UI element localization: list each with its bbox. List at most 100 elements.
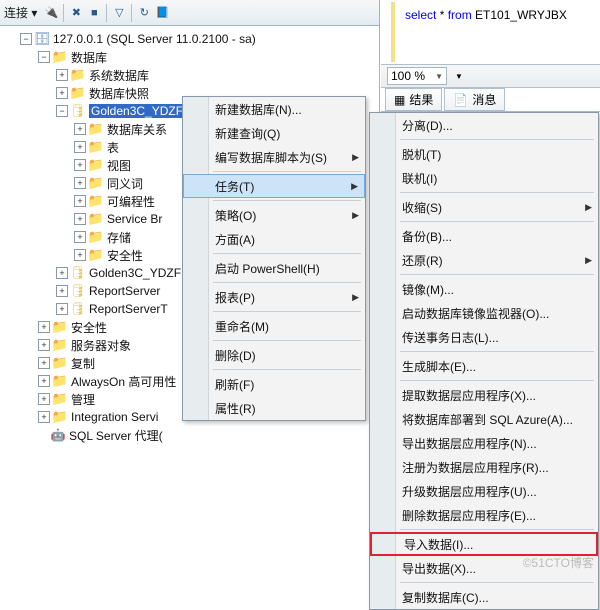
tree-node[interactable]: 表 <box>107 139 119 156</box>
expander-icon[interactable]: + <box>38 357 50 369</box>
tree-node[interactable]: Golden3C_YDZF <box>89 266 181 280</box>
menu-gen-script[interactable]: 生成脚本(E)... <box>370 354 598 378</box>
tree-node[interactable]: 系统数据库 <box>89 67 149 84</box>
menu-delete[interactable]: 删除(D) <box>183 343 365 367</box>
tree-node[interactable]: 数据库快照 <box>89 85 149 102</box>
explorer-toolbar: 连接 ▾ 🔌 ✖ ■ ▽ ↻ 📘 <box>0 0 379 26</box>
menu-detach[interactable]: 分离(D)... <box>370 113 598 137</box>
context-menu-tasks: 分离(D)... 脱机(T) 联机(I) 收缩(S) 备份(B)... 还原(R… <box>369 112 599 610</box>
menu-facets[interactable]: 方面(A) <box>183 227 365 251</box>
connect-icon[interactable]: 🔌 <box>43 5 59 21</box>
menu-offline[interactable]: 脱机(T) <box>370 142 598 166</box>
expander-icon[interactable]: + <box>74 123 86 135</box>
folder-icon: 📁 <box>88 247 104 263</box>
expander-icon[interactable]: + <box>74 159 86 171</box>
expander-icon[interactable]: + <box>74 249 86 261</box>
menu-upgrade-dacpac[interactable]: 升级数据层应用程序(U)... <box>370 479 598 503</box>
menu-mirror-monitor[interactable]: 启动数据库镜像监视器(O)... <box>370 301 598 325</box>
sql-editor[interactable]: select * from ET101_WRYJBX <box>391 2 594 62</box>
expander-icon[interactable]: + <box>74 141 86 153</box>
folder-icon: 📁 <box>88 211 104 227</box>
tree-node[interactable]: 视图 <box>107 157 131 174</box>
zoom-bar: 100 %▼ ▼ <box>381 64 600 88</box>
menu-register-dacpac[interactable]: 注册为数据层应用程序(R)... <box>370 455 598 479</box>
tree-node[interactable]: SQL Server 代理( <box>69 427 163 444</box>
tree-node[interactable]: 存储 <box>107 229 131 246</box>
expander-icon[interactable]: + <box>38 375 50 387</box>
expander-icon[interactable]: + <box>56 303 68 315</box>
menu-script-as[interactable]: 编写数据库脚本为(S) <box>183 145 365 169</box>
expander-icon[interactable]: + <box>74 231 86 243</box>
menu-copy-db[interactable]: 复制数据库(C)... <box>370 585 598 609</box>
tree-node[interactable]: 同义词 <box>107 175 143 192</box>
server-icon: 🗄 <box>34 31 50 47</box>
expander-icon[interactable]: − <box>38 51 50 63</box>
tree-node[interactable]: 安全性 <box>71 319 107 336</box>
menu-properties[interactable]: 属性(R) <box>183 396 365 420</box>
expander-icon[interactable]: + <box>56 285 68 297</box>
folder-icon: 📁 <box>88 121 104 137</box>
tree-node[interactable]: 数据库 <box>71 49 107 66</box>
menu-tasks[interactable]: 任务(T) <box>183 174 365 198</box>
expander-icon[interactable]: + <box>74 177 86 189</box>
folder-icon: 📁 <box>52 355 68 371</box>
folder-icon: 📁 <box>88 139 104 155</box>
menu-delete-dacpac[interactable]: 删除数据层应用程序(E)... <box>370 503 598 527</box>
menu-backup[interactable]: 备份(B)... <box>370 224 598 248</box>
help-icon[interactable]: 📘 <box>154 5 170 21</box>
tree-node[interactable]: Integration Servi <box>71 410 158 424</box>
menu-extract-dacpac[interactable]: 提取数据层应用程序(X)... <box>370 383 598 407</box>
expander-icon[interactable]: + <box>56 69 68 81</box>
menu-export-data[interactable]: 导出数据(X)... <box>370 556 598 580</box>
refresh-icon[interactable]: ↻ <box>136 5 152 21</box>
tree-node[interactable]: AlwaysOn 高可用性 <box>71 373 176 390</box>
expander-icon[interactable]: + <box>38 321 50 333</box>
expander-icon[interactable]: + <box>74 195 86 207</box>
folder-icon: 📁 <box>88 175 104 191</box>
selected-db-node[interactable]: Golden3C_YDZF <box>89 104 185 118</box>
menu-refresh[interactable]: 刷新(F) <box>183 372 365 396</box>
expander-icon[interactable]: − <box>20 33 32 45</box>
expander-icon[interactable]: + <box>74 213 86 225</box>
tree-node[interactable]: 管理 <box>71 391 95 408</box>
menu-deploy-azure[interactable]: 将数据库部署到 SQL Azure(A)... <box>370 407 598 431</box>
tab-results[interactable]: ▦结果 <box>385 88 442 111</box>
expander-icon[interactable]: + <box>38 339 50 351</box>
zoom-combo[interactable]: 100 %▼ <box>387 67 447 85</box>
tree-node[interactable]: 可编程性 <box>107 193 155 210</box>
server-node[interactable]: 127.0.0.1 (SQL Server 11.0.2100 - sa) <box>53 32 256 46</box>
tab-messages[interactable]: 📄消息 <box>444 88 505 111</box>
menu-new-database[interactable]: 新建数据库(N)... <box>183 97 365 121</box>
tree-node[interactable]: 数据库关系 <box>107 121 167 138</box>
menu-mirror[interactable]: 镜像(M)... <box>370 277 598 301</box>
menu-restore[interactable]: 还原(R) <box>370 248 598 272</box>
expander-icon[interactable]: + <box>38 411 50 423</box>
expander-icon[interactable]: − <box>56 105 68 117</box>
menu-ship-log[interactable]: 传送事务日志(L)... <box>370 325 598 349</box>
menu-rename[interactable]: 重命名(M) <box>183 314 365 338</box>
menu-reports[interactable]: 报表(P) <box>183 285 365 309</box>
expander-icon[interactable]: + <box>56 267 68 279</box>
folder-icon: 📁 <box>52 391 68 407</box>
stop-icon[interactable]: ■ <box>86 5 102 21</box>
menu-shrink[interactable]: 收缩(S) <box>370 195 598 219</box>
filter-icon[interactable]: ▽ <box>111 5 127 21</box>
menu-policies[interactable]: 策略(O) <box>183 203 365 227</box>
expander-icon[interactable]: + <box>38 393 50 405</box>
folder-icon: 📁 <box>52 337 68 353</box>
tree-node[interactable]: 服务器对象 <box>71 337 131 354</box>
tree-node[interactable]: ReportServerT <box>89 302 168 316</box>
tree-node[interactable]: ReportServer <box>89 284 160 298</box>
menu-import-data[interactable]: 导入数据(I)... <box>370 532 598 556</box>
tree-node[interactable]: 安全性 <box>107 247 143 264</box>
disconnect-icon[interactable]: ✖ <box>68 5 84 21</box>
folder-icon: 📁 <box>52 409 68 425</box>
tree-node[interactable]: Service Br <box>107 212 162 226</box>
menu-new-query[interactable]: 新建查询(Q) <box>183 121 365 145</box>
menu-online[interactable]: 联机(I) <box>370 166 598 190</box>
expander-icon[interactable]: + <box>56 87 68 99</box>
menu-export-dacpac[interactable]: 导出数据层应用程序(N)... <box>370 431 598 455</box>
menu-powershell[interactable]: 启动 PowerShell(H) <box>183 256 365 280</box>
tree-node[interactable]: 复制 <box>71 355 95 372</box>
connect-dropdown[interactable]: 连接 ▾ <box>4 4 37 21</box>
